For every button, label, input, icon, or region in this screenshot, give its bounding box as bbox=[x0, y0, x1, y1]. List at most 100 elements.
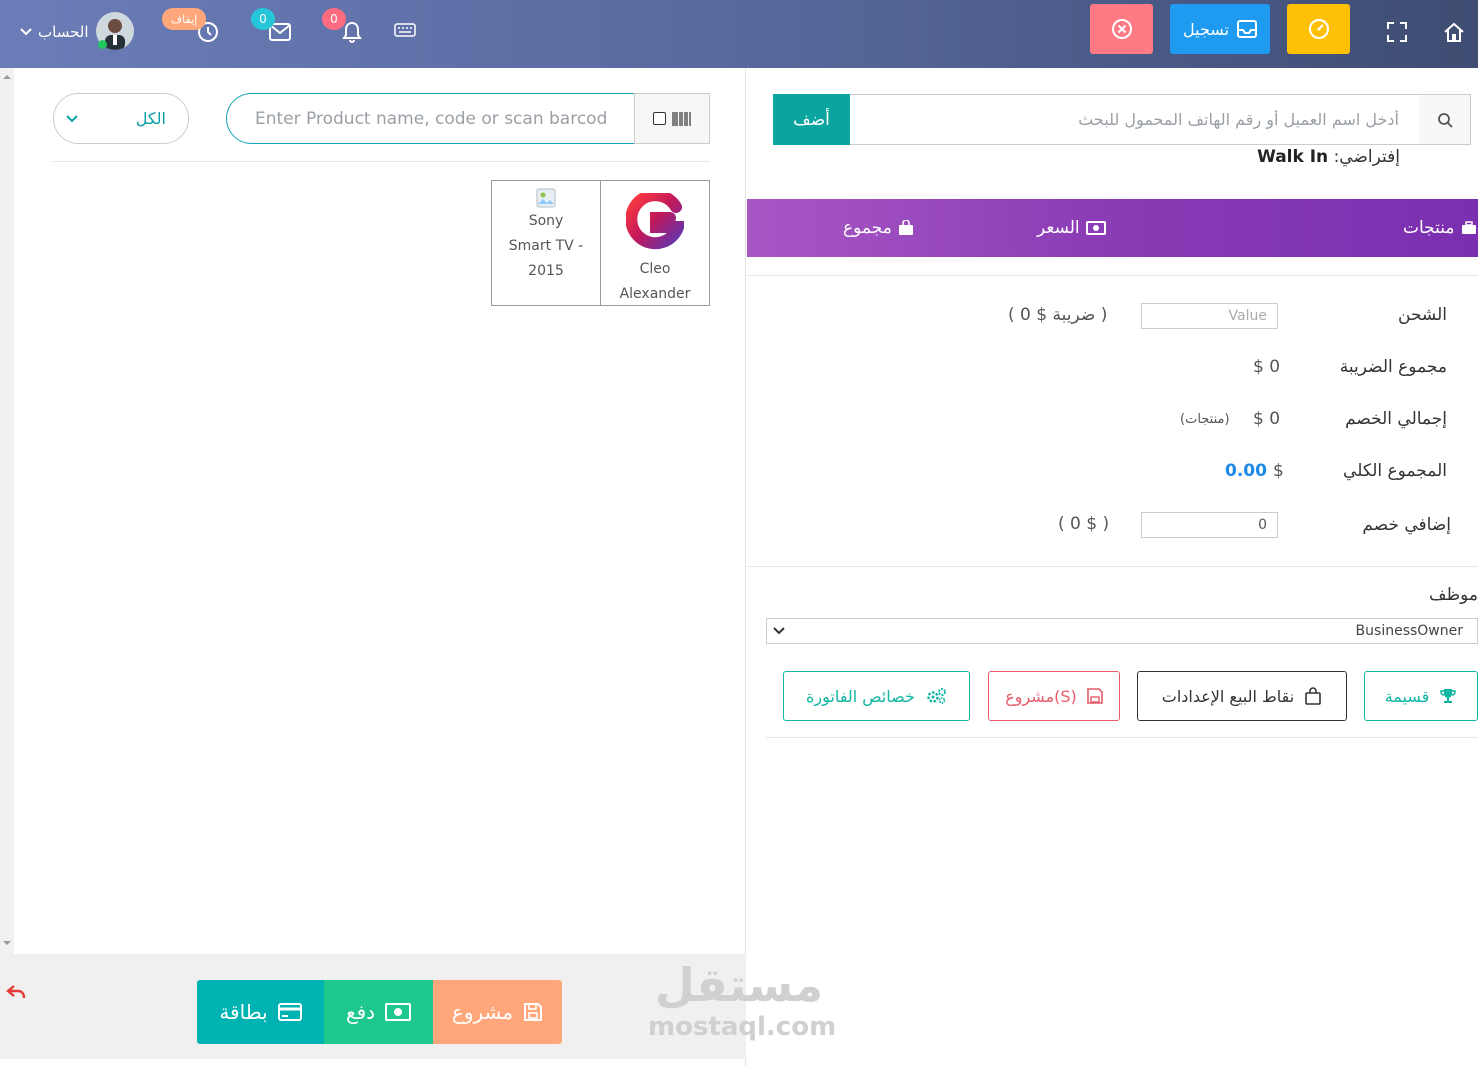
watermark-arabic: مستقل bbox=[654, 958, 824, 1012]
grand-total: 0.00 $ bbox=[1225, 461, 1284, 481]
grand-total-value: 0.00 bbox=[1225, 461, 1267, 481]
chevron-down-icon bbox=[773, 627, 785, 635]
extra-discount-input[interactable]: 0 bbox=[1141, 512, 1278, 538]
broken-image-icon bbox=[492, 181, 600, 209]
home-icon[interactable] bbox=[1440, 18, 1468, 46]
default-customer: إفتراضي: Walk In bbox=[1200, 147, 1400, 167]
search-icon bbox=[1437, 112, 1453, 128]
product-name: Sony bbox=[528, 213, 564, 229]
cart-header-price: السعر bbox=[1037, 199, 1106, 257]
discount-total-label: إجمالي الخصم bbox=[1345, 409, 1447, 429]
category-selected: الكل bbox=[135, 109, 166, 128]
pay-label: دفع bbox=[345, 1000, 376, 1024]
trophy-icon bbox=[1440, 689, 1457, 703]
account-label: الحساب bbox=[38, 23, 89, 41]
product-name: Smart TV - bbox=[508, 238, 584, 254]
product-card[interactable]: Sony Smart TV - 2015 bbox=[491, 180, 601, 306]
watermark: مستقل mostaql.com bbox=[648, 958, 837, 1048]
shopping-bag-icon bbox=[1305, 687, 1322, 705]
close-register-button[interactable] bbox=[1090, 4, 1153, 54]
employee-label: موظف bbox=[1428, 585, 1478, 605]
product-search-input[interactable] bbox=[226, 93, 635, 144]
cart-header-products-label: منتجات bbox=[1403, 218, 1455, 238]
divider bbox=[747, 566, 1478, 567]
speedometer-icon bbox=[1308, 19, 1329, 39]
account-menu[interactable]: الحساب bbox=[20, 18, 89, 46]
product-logo bbox=[601, 181, 709, 257]
chevron-down-icon bbox=[20, 28, 32, 36]
coupon-label: قسيمة bbox=[1384, 686, 1430, 706]
product-name: Cleo bbox=[639, 261, 671, 277]
cart-header-products: منتجات bbox=[1403, 199, 1477, 257]
shopping-bag-icon bbox=[898, 220, 913, 235]
credit-card-icon bbox=[277, 1003, 302, 1021]
tax-note: ( ضريبة $ 0 ) bbox=[1008, 305, 1108, 325]
scroll-up-icon bbox=[3, 75, 11, 79]
drafts-button[interactable]: مشروع(S) bbox=[988, 671, 1120, 721]
invoice-properties-label: خصائص الفاتورة bbox=[806, 686, 915, 706]
cart-header: منتجات السعر مجموع bbox=[747, 199, 1478, 257]
default-customer-value: Walk In bbox=[1257, 147, 1329, 167]
draft-label: مشروع bbox=[451, 1000, 514, 1024]
product-name: Alexander bbox=[619, 286, 691, 302]
cash-icon bbox=[385, 1003, 412, 1021]
card-payment-label: بطاقة bbox=[219, 1000, 268, 1024]
customer-search-button[interactable] bbox=[1418, 94, 1471, 145]
shipping-input[interactable]: Value bbox=[1141, 303, 1278, 329]
barcode-checkbox[interactable] bbox=[652, 112, 666, 125]
invoice-properties-button[interactable]: خصائص الفاتورة bbox=[783, 671, 970, 721]
customer-search-input[interactable] bbox=[849, 94, 1419, 145]
chevron-down-icon bbox=[66, 114, 78, 122]
cart-header-total-label: مجموع bbox=[843, 218, 892, 238]
divider bbox=[53, 161, 710, 162]
watermark-latin: mostaql.com bbox=[648, 1012, 837, 1042]
save-icon bbox=[1086, 688, 1103, 704]
employee-select[interactable]: BusinessOwner bbox=[766, 618, 1478, 644]
category-select[interactable]: الكل bbox=[53, 93, 189, 144]
tax-total-value: $ 0 bbox=[1253, 357, 1281, 377]
barcode-toggle[interactable] bbox=[634, 93, 710, 144]
discount-note: (منتجات) bbox=[1180, 412, 1230, 427]
discount-total-value: $ 0 bbox=[1253, 409, 1281, 429]
grand-total-currency: $ bbox=[1272, 461, 1284, 481]
draft-button[interactable]: مشروع bbox=[433, 980, 562, 1044]
barcode-icon bbox=[671, 111, 691, 126]
money-icon bbox=[1085, 221, 1106, 235]
cart-header-total: مجموع bbox=[843, 199, 914, 257]
tax-total-label: مجموع الضريبة bbox=[1339, 357, 1447, 377]
online-status-dot bbox=[98, 40, 107, 49]
card-payment-button[interactable]: بطاقة bbox=[197, 980, 324, 1044]
extra-discount-note: ( $ 0 ) bbox=[1058, 514, 1110, 534]
cart-header-price-label: السعر bbox=[1037, 218, 1080, 238]
employee-selected: BusinessOwner bbox=[1355, 623, 1463, 639]
extra-discount-label: إضافي خصم bbox=[1362, 515, 1451, 535]
add-customer-button[interactable]: أضف bbox=[773, 94, 850, 145]
shipping-label: الشحن bbox=[1398, 305, 1447, 325]
pos-settings-label: نقاط البيع الإعدادات bbox=[1161, 686, 1295, 706]
product-name: 2015 bbox=[528, 263, 564, 279]
stop-badge: إيقاف bbox=[162, 8, 206, 30]
coupon-button[interactable]: قسيمة bbox=[1364, 671, 1478, 721]
fullscreen-icon[interactable] bbox=[1383, 18, 1411, 46]
save-icon bbox=[524, 1003, 543, 1021]
briefcase-icon bbox=[1461, 221, 1476, 234]
scroll-down-icon bbox=[3, 941, 11, 945]
register-button[interactable]: تسجيل bbox=[1170, 4, 1270, 54]
mail-count-badge: 0 bbox=[251, 8, 275, 30]
keyboard-icon[interactable] bbox=[392, 20, 418, 40]
notification-count-badge: 0 bbox=[322, 8, 346, 30]
grand-total-label: المجموع الكلي bbox=[1343, 461, 1447, 481]
divider bbox=[747, 275, 1478, 276]
pos-settings-button[interactable]: نقاط البيع الإعدادات bbox=[1137, 671, 1347, 721]
dashboard-button[interactable] bbox=[1287, 4, 1350, 54]
register-label: تسجيل bbox=[1183, 19, 1229, 39]
undo-icon[interactable] bbox=[5, 982, 27, 1002]
product-card[interactable]: Cleo Alexander bbox=[600, 180, 710, 306]
default-customer-label: إفتراضي: bbox=[1333, 147, 1400, 167]
divider bbox=[766, 737, 1478, 738]
pay-button[interactable]: دفع bbox=[324, 980, 433, 1044]
gears-icon bbox=[927, 688, 946, 704]
drafts-label: مشروع(S) bbox=[1005, 686, 1077, 706]
scrollbar[interactable] bbox=[0, 68, 14, 954]
top-navbar: الحساب إيقاف 0 0 تسجيل bbox=[0, 0, 1478, 68]
